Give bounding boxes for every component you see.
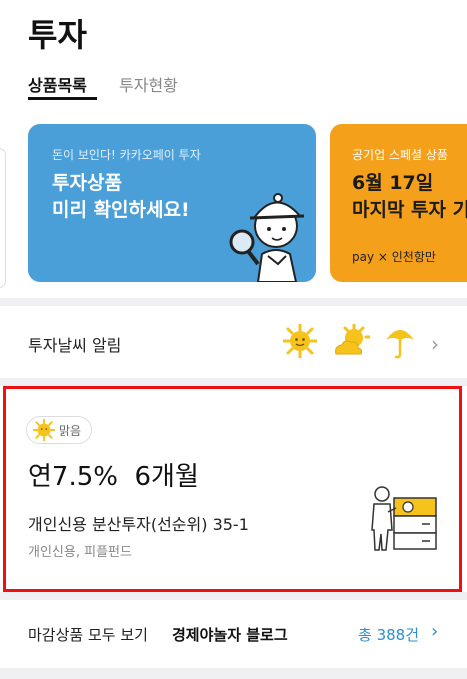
tab-product-list[interactable]: 상품목록: [28, 72, 87, 96]
investment-weather-row[interactable]: 투자날씨 알림 ›: [0, 306, 467, 378]
blog-name: 경제야놀자 블로그: [172, 626, 288, 644]
banner-headline-line2: 미리 확인하세요!: [52, 199, 190, 221]
closed-products-count[interactable]: 총 388건: [358, 624, 419, 645]
banner-subtitle: 돈이 보인다! 카카오페이 투자: [52, 148, 201, 162]
banner-public-enterprise[interactable]: 공기업 스페셜 상품 6월 17일 마지막 투자 기 pay × 인천항만: [330, 124, 467, 282]
banner-headline-line1: 6월 17일: [352, 172, 434, 194]
partly-cloudy-icon: [335, 324, 370, 355]
previous-banner-peek[interactable]: [0, 148, 6, 288]
banner-headline: 6월 17일 마지막 투자 기: [352, 170, 467, 224]
banner-headline-line1: 투자상품: [52, 172, 122, 194]
chevron-right-icon: ›: [431, 621, 439, 642]
banner-headline-line2: 마지막 투자 기: [352, 199, 467, 221]
closed-products-row[interactable]: 마감상품 모두 보기 경제야놀자 블로그 총 388건 ›: [0, 600, 467, 668]
detective-character-icon: [229, 193, 305, 282]
tab-investment-status[interactable]: 투자현황: [119, 72, 178, 96]
banner-partner-logos: pay × 인천항만: [352, 250, 436, 264]
highlight-frame: [3, 386, 462, 592]
view-closed-products-label: 마감상품 모두 보기: [28, 626, 148, 644]
header: 투자 상품목록 투자현황: [0, 0, 467, 100]
tab-bar: 상품목록 투자현황: [0, 68, 467, 101]
page-title: 투자: [28, 16, 87, 54]
chevron-right-icon: ›: [431, 332, 439, 356]
umbrella-icon: [386, 330, 414, 359]
banner-headline: 투자상품 미리 확인하세요!: [52, 170, 252, 224]
banner-preview-products[interactable]: 돈이 보인다! 카카오페이 투자 투자상품 미리 확인하세요!: [28, 124, 316, 282]
investment-weather-label: 투자날씨 알림: [28, 336, 122, 355]
sun-icon: [283, 324, 317, 358]
banner-subtitle: 공기업 스페셜 상품: [352, 148, 448, 162]
